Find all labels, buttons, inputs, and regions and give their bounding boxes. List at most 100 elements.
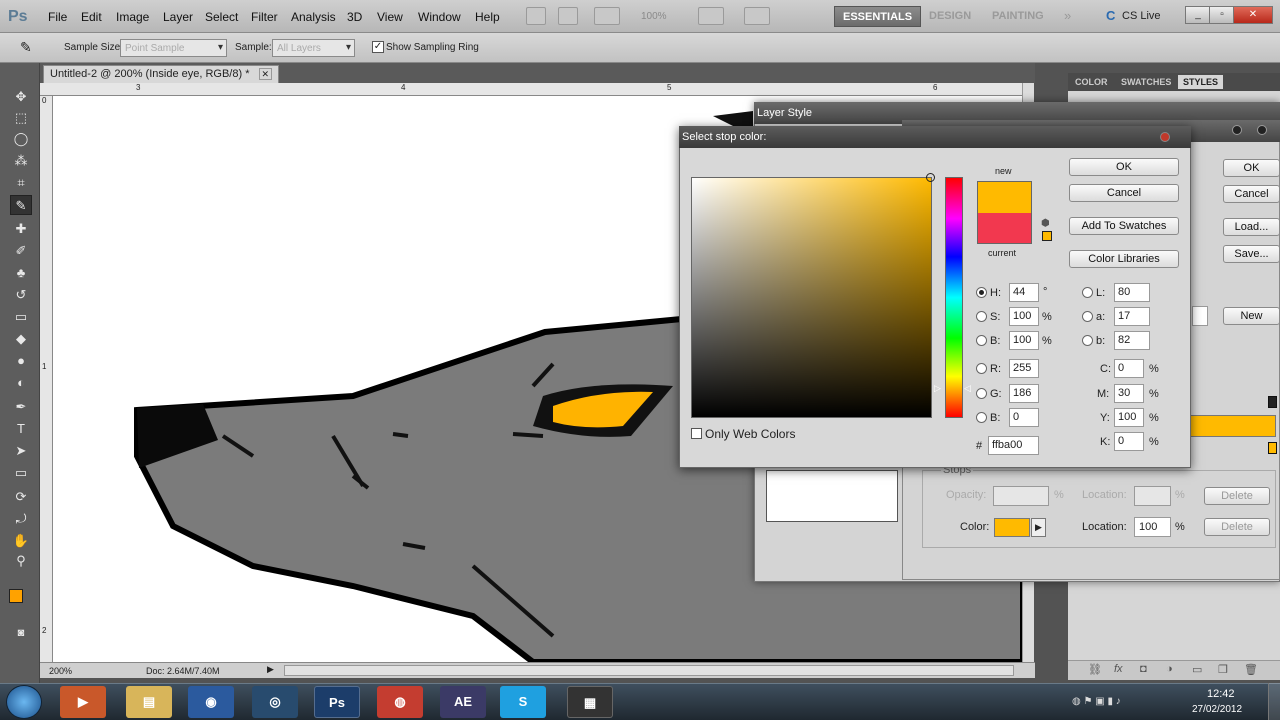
opacity-field[interactable] xyxy=(993,486,1049,506)
arrange-documents-icon[interactable] xyxy=(698,7,724,25)
gradient-editor-close-icon[interactable] xyxy=(1257,125,1267,135)
cslive-menu[interactable]: CS Live xyxy=(1122,10,1161,22)
menu-layer[interactable]: Layer xyxy=(163,10,193,24)
close-button[interactable]: ✕ xyxy=(1233,6,1273,24)
3d-rotate-icon[interactable]: ⟳ xyxy=(10,487,32,507)
healing-brush-icon[interactable]: ✚ xyxy=(10,219,32,239)
hue-field[interactable]: 44 xyxy=(1009,283,1039,302)
lab-b-field[interactable]: 82 xyxy=(1114,331,1150,350)
zoom-field[interactable]: 200% xyxy=(49,666,72,676)
zoom-tool-icon[interactable]: ⚲ xyxy=(10,551,32,571)
opacity-location-field[interactable] xyxy=(1134,486,1171,506)
sample-select[interactable]: All Layers xyxy=(272,39,355,57)
hue-slider-left-arrow-icon[interactable]: ▷ xyxy=(934,383,941,394)
mask-icon[interactable]: ◘ xyxy=(1140,663,1147,675)
more-workspaces-icon[interactable]: » xyxy=(1064,8,1071,23)
paint-bucket-icon[interactable]: ◆ xyxy=(10,329,32,349)
menu-3d[interactable]: 3D xyxy=(347,10,362,24)
radio-hue[interactable] xyxy=(976,287,987,298)
taskbar-photoshop-icon[interactable]: Ps xyxy=(314,686,360,718)
gradient-editor-minimize-icon[interactable] xyxy=(1232,125,1242,135)
group-icon[interactable]: ▭ xyxy=(1192,663,1202,676)
gamut-warning-icon[interactable]: ⬢ xyxy=(1041,218,1050,229)
taskbar-media-center-icon[interactable]: ◎ xyxy=(252,686,298,718)
eyedropper-tool-icon[interactable]: ✎ xyxy=(10,195,32,215)
taskbar-skype-icon[interactable]: S xyxy=(500,686,546,718)
color-libraries-button[interactable]: Color Libraries xyxy=(1069,250,1179,268)
stop-color-swatch[interactable] xyxy=(994,518,1030,537)
picker-cancel-button[interactable]: Cancel xyxy=(1069,184,1179,202)
tab-styles[interactable]: STYLES xyxy=(1178,75,1224,89)
hue-slider[interactable] xyxy=(945,177,963,418)
menu-select[interactable]: Select xyxy=(205,10,238,24)
color-stop-icon[interactable] xyxy=(1268,442,1277,454)
magenta-field[interactable]: 30 xyxy=(1114,384,1144,403)
screen-mode-icon[interactable] xyxy=(744,7,770,25)
menu-view[interactable]: View xyxy=(377,10,403,24)
foreground-color-swatch[interactable] xyxy=(9,589,23,603)
start-button[interactable] xyxy=(6,685,42,719)
menu-file[interactable]: File xyxy=(48,10,67,24)
menu-image[interactable]: Image xyxy=(116,10,149,24)
red-field[interactable]: 255 xyxy=(1009,359,1039,378)
taskbar-after-effects-icon[interactable]: AE xyxy=(440,686,486,718)
taskbar-media-player-icon[interactable]: ▶ xyxy=(60,686,106,718)
gradient-new-button[interactable]: New xyxy=(1223,307,1280,325)
taskbar-chrome-icon[interactable]: ◍ xyxy=(377,686,423,718)
web-safe-swatch[interactable] xyxy=(1042,231,1052,241)
radio-lab-b[interactable] xyxy=(1082,335,1093,346)
gradient-name-field[interactable] xyxy=(1192,306,1208,326)
clock-time[interactable]: 12:42 xyxy=(1207,688,1235,700)
blue-field[interactable]: 0 xyxy=(1009,408,1039,427)
type-tool-icon[interactable]: T xyxy=(10,419,32,439)
stop-color-menu-icon[interactable]: ▶ xyxy=(1031,518,1046,537)
clock-date[interactable]: 27/02/2012 xyxy=(1192,704,1242,715)
hex-field[interactable]: ffba00 xyxy=(988,436,1039,455)
bridge-icon[interactable] xyxy=(526,7,546,25)
brightness-field[interactable]: 100 xyxy=(1009,331,1039,350)
taskbar-globe-icon[interactable]: ◉ xyxy=(188,686,234,718)
zoom-level[interactable]: 100% xyxy=(641,11,667,22)
shape-tool-icon[interactable]: ▭ xyxy=(10,463,32,483)
3d-orbit-icon[interactable]: ⤾ xyxy=(10,509,32,529)
minibridge-icon[interactable] xyxy=(558,7,578,25)
radio-saturation[interactable] xyxy=(976,311,987,322)
radio-blue[interactable] xyxy=(976,412,987,423)
color-field-cursor[interactable] xyxy=(926,173,935,182)
close-document-icon[interactable]: ✕ xyxy=(258,68,273,80)
radio-green[interactable] xyxy=(976,388,987,399)
green-field[interactable]: 186 xyxy=(1009,384,1039,403)
workspace-painting[interactable]: PAINTING xyxy=(984,6,1052,27)
radio-lab-a[interactable] xyxy=(1082,311,1093,322)
document-tab[interactable]: Untitled-2 @ 200% (Inside eye, RGB/8) * … xyxy=(43,65,280,83)
menu-analysis[interactable]: Analysis xyxy=(291,10,336,24)
menu-window[interactable]: Window xyxy=(418,10,461,24)
add-to-swatches-button[interactable]: Add To Swatches xyxy=(1069,217,1179,235)
show-ring-checkbox[interactable]: ✓ xyxy=(372,41,384,53)
eraser-tool-icon[interactable]: ▭ xyxy=(10,307,32,327)
minimize-button[interactable]: _ xyxy=(1185,6,1211,24)
lab-l-field[interactable]: 80 xyxy=(1114,283,1150,302)
menu-edit[interactable]: Edit xyxy=(81,10,102,24)
gradient-load-button[interactable]: Load... xyxy=(1223,218,1280,236)
new-layer-icon[interactable]: ❐ xyxy=(1218,663,1228,676)
hue-slider-right-arrow-icon[interactable]: ◁ xyxy=(964,383,971,394)
radio-lightness[interactable] xyxy=(1082,287,1093,298)
view-extras-icon[interactable] xyxy=(594,7,620,25)
status-menu-arrow-icon[interactable]: ▶ xyxy=(267,664,274,675)
marquee-tool-icon[interactable]: ⬚ xyxy=(10,108,32,128)
color-field[interactable] xyxy=(691,177,932,418)
tray-icons[interactable]: ◍ ⚑ ▣ ▮ ♪ xyxy=(1072,696,1121,707)
path-select-icon[interactable]: ➤ xyxy=(10,441,32,461)
menu-help[interactable]: Help xyxy=(475,10,500,24)
tab-swatches[interactable]: SWATCHES xyxy=(1116,75,1176,89)
hand-tool-icon[interactable]: ✋ xyxy=(10,531,32,551)
gradient-preview-bar[interactable] xyxy=(1188,415,1276,437)
picker-ok-button[interactable]: OK xyxy=(1069,158,1179,176)
quick-select-tool-icon[interactable]: ⁂ xyxy=(10,151,32,171)
yellow-field[interactable]: 100 xyxy=(1114,408,1144,427)
lasso-tool-icon[interactable]: ◯ xyxy=(10,129,32,149)
workspace-essentials[interactable]: ESSENTIALS xyxy=(834,6,922,27)
quick-mask-icon[interactable]: ◙ xyxy=(10,623,32,643)
move-tool-icon[interactable]: ✥ xyxy=(10,87,32,107)
